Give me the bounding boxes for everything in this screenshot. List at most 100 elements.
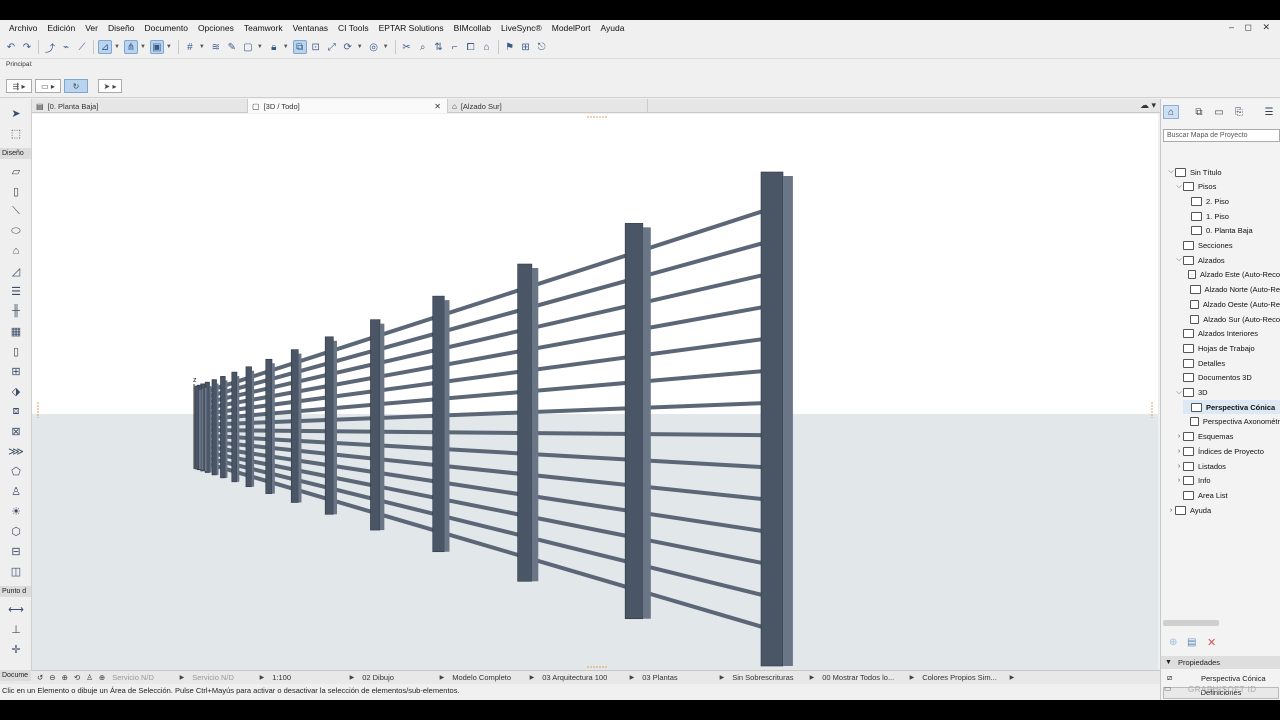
tree-item[interactable]: Detalles	[1175, 356, 1280, 370]
quick-option[interactable]: Servicio N/D ▶	[188, 673, 268, 682]
zoom-fit-icon[interactable]: ⊡	[309, 40, 323, 54]
tab-alzado-sur[interactable]: ⌂ [Alzado Sur]	[448, 99, 648, 113]
scissors-icon[interactable]: ✂	[400, 40, 414, 54]
tab-3d-todo[interactable]: ▢ [3D / Todo] ✕	[248, 99, 448, 113]
stretch-icon[interactable]: ⇅	[432, 40, 446, 54]
tree-item[interactable]: 0. Planta Baja	[1183, 224, 1280, 238]
tree-item[interactable]: Alzado Norte (Auto-Re	[1183, 283, 1280, 297]
fit-window-icon[interactable]: ⤢	[325, 40, 339, 54]
menu-item[interactable]: Archivo	[4, 23, 42, 33]
pen-icon[interactable]: ✎	[225, 40, 239, 54]
graphisoft-id-brand[interactable]: GRAPHISOFT ID	[1188, 685, 1257, 694]
quick-option[interactable]: Servicio N/D ▶	[108, 673, 188, 682]
render-icon[interactable]: ◎	[367, 40, 381, 54]
window-controls[interactable]: – ◻ ✕	[1229, 22, 1274, 33]
publisher-icon[interactable]: ⎘	[1231, 105, 1247, 119]
railing-tool-icon[interactable]: ╫	[8, 303, 24, 319]
3d-viewport[interactable]: z	[32, 114, 1158, 670]
chevron-down-icon[interactable]: ▼	[283, 44, 289, 50]
suspend-groups-icon[interactable]: ▣	[149, 40, 164, 54]
redo-icon[interactable]: ↷	[20, 40, 34, 54]
tree-item[interactable]: ⌵ 3D	[1175, 386, 1280, 400]
grid-snap-icon[interactable]: #	[183, 40, 197, 54]
eyedropper-icon[interactable]: ⌁	[59, 40, 73, 54]
menu-item[interactable]: Ver	[80, 23, 103, 33]
orbit-icon[interactable]: ⟲	[71, 673, 83, 682]
tree-item[interactable]: 1. Piso	[1183, 209, 1280, 223]
chevron-down-icon[interactable]: ▼	[114, 44, 120, 50]
dimension-tool-icon[interactable]: ⟷	[8, 601, 24, 617]
publish-icon[interactable]: ⎋	[535, 40, 549, 54]
layout-book-icon[interactable]: ▭	[1211, 105, 1227, 119]
tree-toggle-icon[interactable]: ›	[1175, 463, 1183, 470]
walk-icon[interactable]: ♙	[83, 673, 96, 682]
properties-section-header[interactable]: ▼ Propiedades	[1161, 656, 1280, 669]
object-tool-icon[interactable]: ⧈	[8, 403, 24, 419]
offset-icon[interactable]: ⧠	[464, 40, 478, 54]
tree-item[interactable]: Hojas de Trabajo	[1175, 341, 1280, 355]
navigator-menu-icon[interactable]: ☰	[1261, 105, 1277, 119]
guide-lines-icon[interactable]: ⊿	[98, 40, 112, 54]
chevron-down-icon[interactable]: ▼	[257, 44, 263, 50]
syringe-icon[interactable]: ⟋	[75, 40, 89, 54]
tree-toggle-icon[interactable]: ⌵	[1175, 389, 1183, 397]
menu-item[interactable]: Opciones	[193, 23, 239, 33]
menu-item[interactable]: ModelPort	[547, 23, 596, 33]
snap-guides-icon[interactable]: ⋔	[123, 40, 138, 54]
quick-option[interactable]: 1:100 ▶	[268, 673, 358, 682]
tree-toggle-icon[interactable]: ›	[1167, 507, 1175, 514]
undo-icon[interactable]: ↶	[4, 40, 18, 54]
tree-item[interactable]: ⌵ Sin Título	[1167, 165, 1280, 179]
tree-toggle-icon[interactable]: ›	[1175, 448, 1183, 455]
shell-tool-icon[interactable]: ◿	[8, 263, 24, 279]
hotspot-tool-icon[interactable]: ✛	[8, 641, 24, 657]
chevron-down-icon[interactable]: ▼	[166, 44, 172, 50]
quick-option[interactable]: Modelo Completo ▶	[448, 673, 538, 682]
grid-tool-icon[interactable]: ⊟	[8, 543, 24, 559]
chevron-down-icon[interactable]: ▼	[140, 44, 146, 50]
section-tool-icon[interactable]: ◫	[8, 563, 24, 579]
view-options-icon[interactable]: ☁ ▾	[1140, 100, 1156, 111]
find-icon[interactable]: ⌕	[416, 40, 430, 54]
menu-item[interactable]: Ventanas	[288, 23, 333, 33]
tree-item[interactable]: Perspectiva Axonométr	[1183, 415, 1280, 429]
pick-up-icon[interactable]: ⤴	[43, 40, 57, 55]
tree-item[interactable]: › Ayuda	[1167, 503, 1280, 517]
menu-item[interactable]: CI Tools	[333, 23, 374, 33]
quick-option[interactable]: 03 Plantas ▶	[638, 673, 728, 682]
menu-item[interactable]: Documento	[139, 23, 192, 33]
menu-item[interactable]: EPTAR Solutions	[374, 23, 449, 33]
layout-icon[interactable]: ▭	[1164, 684, 1172, 693]
column-tool-icon[interactable]: ▯	[8, 183, 24, 199]
quick-option[interactable]: Sin Sobrescrituras ▶	[728, 673, 818, 682]
tree-toggle-icon[interactable]: ⌵	[1175, 183, 1183, 191]
flag-icon[interactable]: ⚑	[503, 40, 517, 54]
tree-item[interactable]: › Índices de Proyecto	[1175, 444, 1280, 458]
tree-item[interactable]: Alzado Oeste (Auto-Re	[1183, 297, 1280, 311]
tree-toggle-icon[interactable]: ⌵	[1167, 168, 1175, 176]
toolbox-header-diseno[interactable]: Diseño	[0, 148, 31, 159]
view-map-icon[interactable]: ⧉	[1191, 105, 1207, 119]
quick-option[interactable]: 03 Arquitectura 100 ▶	[538, 673, 638, 682]
zoom-icon[interactable]: ⊕	[96, 673, 108, 682]
layers-icon[interactable]: ≋	[209, 40, 223, 54]
tree-toggle-icon[interactable]: ›	[1175, 433, 1183, 440]
slab-tool-icon[interactable]: ⬭	[8, 223, 24, 239]
tree-item[interactable]: Alzado Sur (Auto-Reco	[1183, 312, 1280, 326]
marquee-tool-icon[interactable]: ⬚	[8, 125, 24, 141]
rotate-icon[interactable]: ↻	[64, 79, 88, 93]
tree-item[interactable]: Area List	[1175, 488, 1280, 502]
tree-item[interactable]: Secciones	[1175, 239, 1280, 253]
door-tool-icon[interactable]: ▯	[8, 343, 24, 359]
quick-option[interactable]: Colores Propios Sim... ▶	[918, 673, 1018, 682]
close-icon[interactable]: ✕	[434, 102, 441, 111]
chevron-down-icon[interactable]: ▼	[383, 44, 389, 50]
chevron-down-icon[interactable]: ▼	[357, 44, 363, 50]
arrow-tool-icon[interactable]: ➤	[8, 105, 24, 121]
tree-item[interactable]: › Info	[1175, 474, 1280, 488]
toolbox-header-punto[interactable]: Punto d	[0, 586, 31, 597]
tree-item[interactable]: ⌵ Pisos	[1175, 180, 1280, 194]
chevron-down-icon[interactable]: ▼	[199, 44, 205, 50]
toolbox-header-documento[interactable]: Docume	[0, 670, 31, 681]
lock-icon[interactable]: 🔒︎	[267, 40, 281, 54]
